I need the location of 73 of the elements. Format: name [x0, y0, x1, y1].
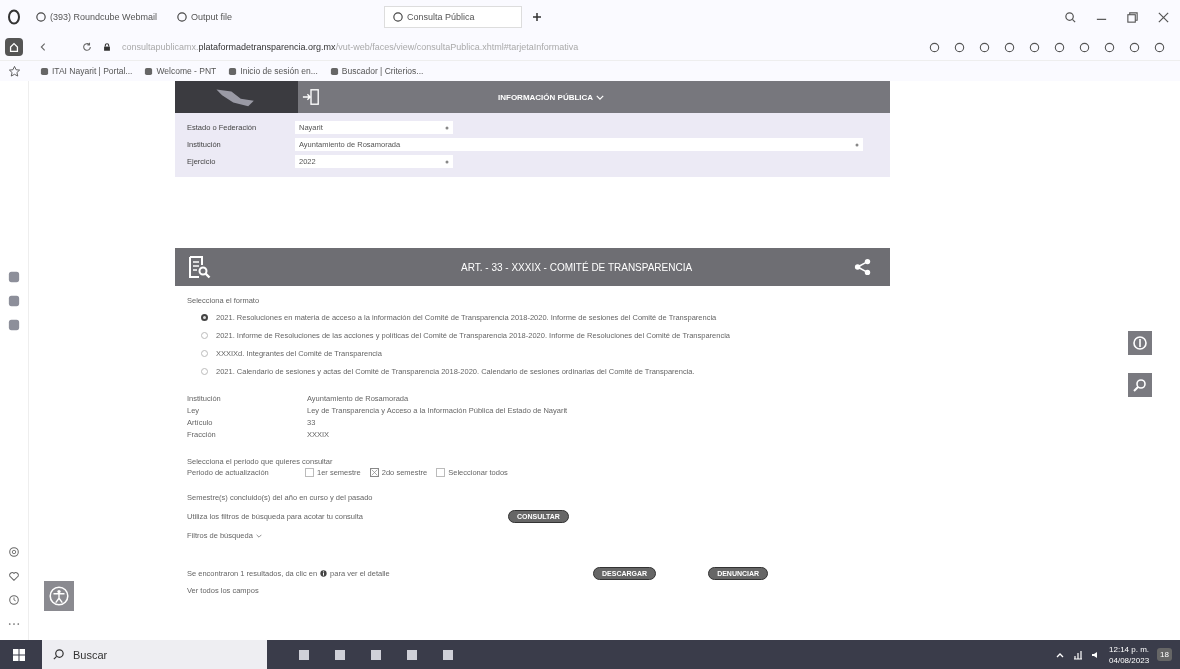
taskbar-app-icon[interactable] — [405, 647, 419, 662]
bookmark-link[interactable]: Inicio de sesión en... — [228, 66, 318, 76]
share-icon[interactable] — [854, 258, 872, 276]
bookmark-link[interactable]: ITAI Nayarit | Portal... — [40, 66, 133, 76]
accessibility-button[interactable] — [44, 581, 74, 611]
radio-button[interactable] — [201, 314, 208, 321]
home-icon — [8, 41, 20, 53]
toolbar-icon[interactable] — [1003, 40, 1016, 54]
checkbox[interactable] — [369, 468, 379, 477]
search-icon — [52, 648, 65, 661]
dropdown-dot-icon — [855, 142, 859, 147]
toolbar-icon[interactable] — [1028, 40, 1041, 54]
sidebar-app-icon[interactable] — [8, 271, 20, 283]
info-icon — [1132, 335, 1148, 351]
history-icon[interactable] — [8, 594, 20, 606]
close-icon[interactable] — [1157, 10, 1170, 24]
favicon-icon — [40, 66, 49, 76]
star-icon[interactable] — [7, 64, 21, 78]
toolbar-icon[interactable] — [953, 40, 966, 54]
browser-logo-icon[interactable] — [6, 9, 22, 25]
public-info-menu[interactable]: INFORMACIÓN PÚBLICA — [498, 92, 594, 102]
bookmark-link[interactable]: Buscador | Criterios... — [329, 66, 424, 76]
favicon-icon — [144, 66, 154, 76]
windows-start-icon[interactable] — [12, 647, 26, 662]
dropdown-dot-icon — [445, 159, 449, 164]
globe-icon — [392, 12, 403, 22]
lock-icon — [102, 42, 112, 52]
address-bar[interactable]: consultapublicamx.plataformadetransparencia.org.mx/vut-web/faces/view/consultaPublica.xhtml#tarjetaInformativa — [122, 42, 579, 52]
toolbar-icon[interactable] — [1153, 40, 1166, 54]
heart-icon[interactable] — [8, 570, 20, 582]
back-icon[interactable] — [38, 42, 48, 52]
browser-tab[interactable]: Output file — [168, 7, 240, 27]
favicon-icon — [329, 66, 339, 76]
info-icon — [320, 570, 328, 577]
notification-badge[interactable]: 18 — [1157, 648, 1172, 661]
dropdown-dot-icon — [445, 125, 449, 130]
search-icon — [1132, 377, 1148, 393]
taskbar-app-icon[interactable] — [441, 647, 455, 662]
toolbar-icon[interactable] — [978, 40, 991, 54]
new-tab-icon[interactable] — [531, 12, 542, 22]
reload-icon[interactable] — [82, 42, 92, 52]
sidebar-app-icon[interactable] — [8, 295, 20, 307]
bookmark-link[interactable]: Welcome - PNT — [144, 66, 217, 76]
toolbar-icon[interactable] — [1128, 40, 1141, 54]
login-icon[interactable] — [302, 88, 320, 106]
toolbar-icon[interactable] — [1053, 40, 1066, 54]
restore-icon[interactable] — [1126, 10, 1139, 24]
settings-icon[interactable] — [8, 546, 20, 558]
globe-icon — [36, 12, 46, 22]
favicon-icon — [228, 66, 238, 76]
toolbar-icon[interactable] — [1103, 40, 1116, 54]
browser-tab[interactable]: (393) Roundcube Webmail — [28, 7, 165, 27]
globe-icon — [176, 12, 187, 22]
accessibility-icon — [48, 585, 70, 607]
toolbar-icon[interactable] — [1078, 40, 1091, 54]
clock-time[interactable]: 12:14 p. m. — [1109, 643, 1150, 655]
section-title: ART. - 33 - XXXIX - COMITÉ DE TRANSPARENCIA — [461, 261, 693, 273]
document-search-icon — [187, 255, 211, 279]
taskbar-app-icon[interactable] — [297, 647, 311, 662]
search-icon[interactable] — [1064, 10, 1077, 24]
taskbar-search-field[interactable]: Buscar — [42, 640, 267, 669]
browser-tab[interactable]: Consulta Pública — [383, 6, 522, 28]
taskbar-app-icon[interactable] — [333, 647, 347, 662]
home-button[interactable] — [5, 38, 23, 56]
taskbar-app-icon[interactable] — [369, 647, 383, 662]
network-icon[interactable] — [1073, 649, 1084, 660]
clock-date[interactable]: 04/08/2023 — [1109, 654, 1150, 666]
checkbox[interactable] — [436, 468, 446, 477]
sidebar-app-icon[interactable] — [8, 319, 20, 331]
magnifier-float-button[interactable] — [1128, 373, 1152, 397]
info-float-button[interactable] — [1128, 331, 1152, 355]
toolbar-icon[interactable] — [928, 40, 941, 54]
checkbox[interactable] — [305, 468, 314, 477]
